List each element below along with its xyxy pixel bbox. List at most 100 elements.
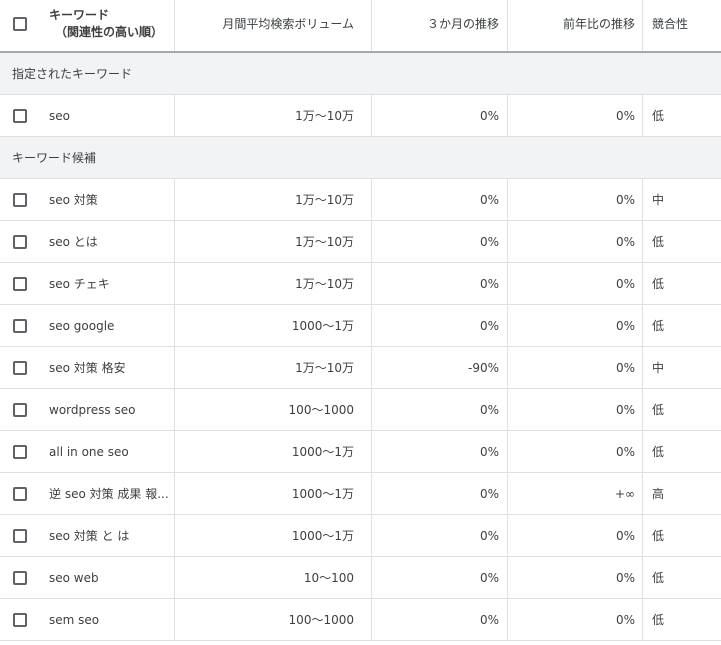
table-row: wordpress seo 100～1000 0% 0% 低: [0, 389, 721, 431]
competition-cell: 低: [652, 403, 665, 417]
competition-cell: 低: [652, 277, 665, 291]
three-month-cell: 0%: [372, 599, 508, 640]
three-month-cell: 0%: [372, 389, 508, 430]
select-all-cell: [0, 0, 40, 51]
keyword-table: キーワード （関連性の高い順） 月間平均検索ボリューム ３か月の推移 前年比の推…: [0, 0, 721, 641]
keyword-cell: seo チェキ: [40, 263, 175, 304]
yoy-cell: 0%: [508, 179, 643, 220]
candidate-rows: seo 対策 1万～10万 0% 0% 中 seo とは 1万～10万 0% 0…: [0, 179, 721, 641]
competition-cell: 低: [652, 319, 665, 333]
row-checkbox-cell: [0, 515, 40, 556]
volume-cell: 100～1000: [175, 599, 372, 640]
keyword-cell: seo とは: [40, 221, 175, 262]
row-checkbox-cell: [0, 95, 40, 136]
row-checkbox[interactable]: [13, 234, 27, 249]
competition-cell: 低: [652, 613, 665, 627]
row-checkbox-cell: [0, 389, 40, 430]
table-row: seo google 1000～1万 0% 0% 低: [0, 305, 721, 347]
keyword-cell: seo 対策 格安: [40, 347, 175, 388]
keyword-text: 逆 seo 対策 成果 報...: [49, 487, 169, 501]
header-keyword[interactable]: キーワード （関連性の高い順）: [40, 0, 175, 51]
competition-cell: 低: [652, 529, 665, 543]
volume-cell: 100～1000: [175, 389, 372, 430]
yoy-cell: 0%: [508, 305, 643, 346]
volume-cell: 1万～10万: [175, 221, 372, 262]
row-checkbox[interactable]: [13, 570, 27, 585]
row-checkbox[interactable]: [13, 612, 27, 627]
yoy-cell: 0%: [508, 389, 643, 430]
row-checkbox-cell: [0, 179, 40, 220]
table-header: キーワード （関連性の高い順） 月間平均検索ボリューム ３か月の推移 前年比の推…: [0, 0, 721, 53]
volume-cell: 1万～10万: [175, 179, 372, 220]
table-row: seo web 10～100 0% 0% 低: [0, 557, 721, 599]
header-monthly-volume[interactable]: 月間平均検索ボリューム: [175, 0, 372, 51]
row-checkbox[interactable]: [13, 360, 27, 375]
three-month-cell: 0%: [372, 221, 508, 262]
yoy-cell: 0%: [508, 599, 643, 640]
row-checkbox[interactable]: [13, 318, 27, 333]
volume-cell: 10～100: [175, 557, 372, 598]
row-checkbox[interactable]: [13, 486, 27, 501]
three-month-cell: 0%: [372, 263, 508, 304]
row-checkbox-cell: [0, 557, 40, 598]
row-checkbox-cell: [0, 347, 40, 388]
competition-cell: 低: [652, 445, 665, 459]
three-month-cell: 0%: [372, 515, 508, 556]
competition-cell: 低: [652, 109, 665, 123]
section-header-candidates: キーワード候補: [0, 137, 721, 179]
table-row: seo 対策 格安 1万～10万 -90% 0% 中: [0, 347, 721, 389]
yoy-cell: 0%: [508, 95, 643, 136]
yoy-cell: +∞: [508, 473, 643, 514]
select-all-checkbox[interactable]: [13, 17, 27, 31]
yoy-cell: 0%: [508, 557, 643, 598]
section-label-candidates: キーワード候補: [12, 151, 97, 165]
keyword-cell: sem seo: [40, 599, 175, 640]
competition-cell: 低: [652, 235, 665, 249]
three-month-cell: 0%: [372, 179, 508, 220]
yoy-cell: 0%: [508, 347, 643, 388]
row-checkbox-cell: [0, 599, 40, 640]
row-checkbox-cell: [0, 305, 40, 346]
volume-cell: 1000～1万: [175, 473, 372, 514]
row-checkbox-cell: [0, 431, 40, 472]
table-row: sem seo 100～1000 0% 0% 低: [0, 599, 721, 641]
header-three-month-change[interactable]: ３か月の推移: [372, 0, 508, 51]
competition-cell: 低: [652, 571, 665, 585]
header-keyword-label: キーワード: [49, 8, 110, 22]
row-checkbox[interactable]: [13, 402, 27, 417]
competition-cell: 中: [652, 193, 665, 207]
row-checkbox[interactable]: [13, 108, 27, 123]
specified-rows: seo 1万～10万 0% 0% 低: [0, 95, 721, 137]
section-label-specified: 指定されたキーワード: [12, 67, 133, 81]
table-row: seo チェキ 1万～10万 0% 0% 低: [0, 263, 721, 305]
yoy-cell: 0%: [508, 263, 643, 304]
row-checkbox-cell: [0, 263, 40, 304]
table-row: 逆 seo 対策 成果 報... 1000～1万 0% +∞ 高: [0, 473, 721, 515]
row-checkbox[interactable]: [13, 444, 27, 459]
volume-cell: 1万～10万: [175, 263, 372, 304]
table-row: all in one seo 1000～1万 0% 0% 低: [0, 431, 721, 473]
volume-cell: 1000～1万: [175, 431, 372, 472]
three-month-cell: 0%: [372, 473, 508, 514]
row-checkbox-cell: [0, 473, 40, 514]
volume-cell: 1万～10万: [175, 347, 372, 388]
competition-cell: 高: [652, 487, 665, 501]
volume-cell: 1000～1万: [175, 305, 372, 346]
keyword-cell: seo google: [40, 305, 175, 346]
keyword-cell: seo 対策 と は: [40, 515, 175, 556]
row-checkbox[interactable]: [13, 528, 27, 543]
header-competition[interactable]: 競合性: [643, 0, 721, 51]
header-yoy-change[interactable]: 前年比の推移: [508, 0, 643, 51]
table-row: seo とは 1万～10万 0% 0% 低: [0, 221, 721, 263]
row-checkbox[interactable]: [13, 192, 27, 207]
three-month-cell: 0%: [372, 557, 508, 598]
keyword-cell: all in one seo: [40, 431, 175, 472]
row-checkbox[interactable]: [13, 276, 27, 291]
volume-cell: 1万～10万: [175, 95, 372, 136]
three-month-cell: 0%: [372, 431, 508, 472]
table-row: seo 対策 1万～10万 0% 0% 中: [0, 179, 721, 221]
keyword-cell: seo: [40, 95, 175, 136]
three-month-cell: 0%: [372, 305, 508, 346]
section-header-specified: 指定されたキーワード: [0, 53, 721, 95]
three-month-cell: 0%: [372, 95, 508, 136]
